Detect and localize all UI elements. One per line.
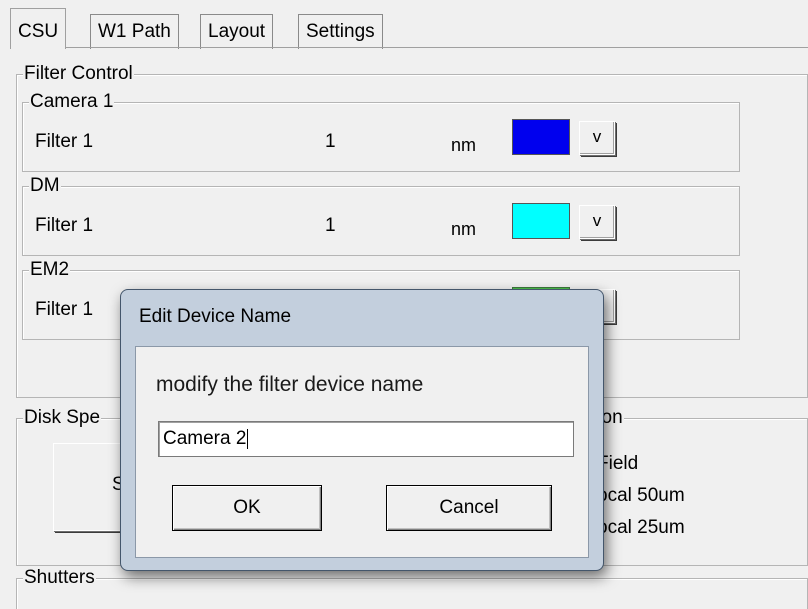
- camera-1-unit: nm: [451, 135, 477, 155]
- tab-csu[interactable]: CSU: [10, 8, 67, 49]
- dm-unit: nm: [451, 219, 477, 239]
- tab-settings[interactable]: Settings: [298, 14, 383, 49]
- tab-pane-border: [10, 47, 808, 48]
- camera-1-color-swatch[interactable]: [512, 119, 570, 155]
- device-name-input-value: Camera 2: [163, 428, 247, 449]
- position-option-confocal-50[interactable]: ocal 50um: [597, 485, 685, 507]
- dm-color-swatch[interactable]: [512, 203, 570, 239]
- device-name-input[interactable]: Camera 2: [158, 421, 574, 457]
- tab-layout[interactable]: Layout: [200, 14, 274, 49]
- edit-device-name-dialog: Edit Device Name modify the filter devic…: [120, 289, 604, 571]
- dm-filter-label: Filter 1: [35, 215, 94, 236]
- dm-filter-value: 1: [325, 215, 336, 236]
- disk-speed-legend: Disk Spe: [23, 407, 102, 429]
- filter-control-legend: Filter Control: [23, 63, 134, 85]
- em2-filter-label: Filter 1: [35, 299, 94, 320]
- dm-legend: DM: [29, 175, 61, 197]
- dm-group: DM Filter 1 1 nm v: [22, 175, 740, 256]
- dialog-title: Edit Device Name: [139, 306, 292, 327]
- shutters-legend: Shutters: [23, 567, 96, 589]
- camera-1-dropdown-button[interactable]: v: [579, 121, 615, 155]
- camera-1-group: Camera 1 Filter 1 1 nm v: [22, 91, 740, 172]
- dm-dropdown-button[interactable]: v: [579, 205, 615, 239]
- camera-1-filter-value: 1: [325, 131, 336, 152]
- dialog-body: modify the filter device name Camera 2 O…: [135, 346, 589, 558]
- camera-1-legend: Camera 1: [29, 91, 115, 113]
- em2-legend: EM2: [29, 259, 71, 281]
- ok-button[interactable]: OK: [172, 485, 322, 531]
- position-option-confocal-25[interactable]: ocal 25um: [597, 517, 685, 539]
- tab-strip: CSU W1 Path Layout Settings: [10, 8, 800, 49]
- shutters-group: Shutters: [16, 567, 808, 609]
- tab-w1-path[interactable]: W1 Path: [90, 14, 179, 49]
- camera-1-filter-label: Filter 1: [35, 131, 94, 152]
- dialog-prompt: modify the filter device name: [156, 373, 424, 396]
- cancel-button[interactable]: Cancel: [386, 485, 552, 531]
- text-cursor: [247, 428, 249, 449]
